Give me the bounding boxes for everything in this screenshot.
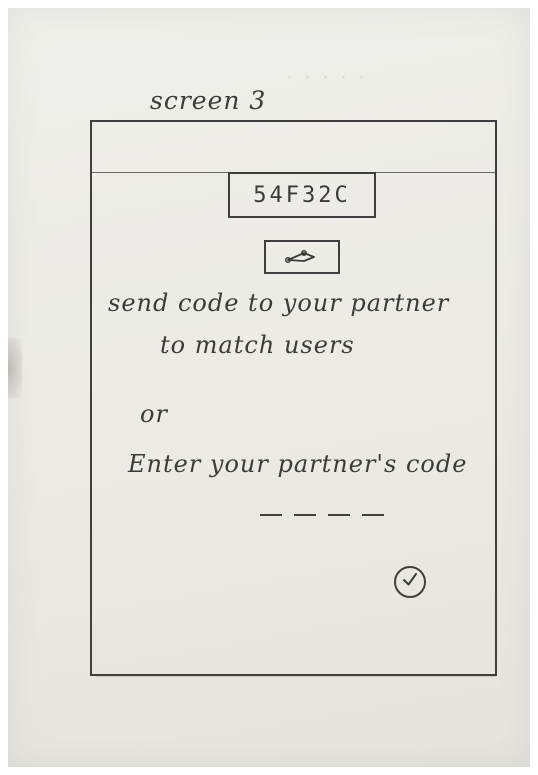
instruction-line-1: send code to your partner	[108, 289, 450, 317]
paper-rule-line	[96, 676, 496, 677]
share-icon	[282, 245, 322, 270]
confirm-button[interactable]	[394, 566, 426, 598]
instruction-line-2: to match users	[160, 331, 355, 359]
paper-shadow	[8, 338, 22, 398]
partner-code-display: 54F32C	[228, 172, 376, 218]
code-slot	[294, 514, 316, 516]
code-slot	[328, 514, 350, 516]
send-code-instruction: send code to your partner to match users	[108, 282, 508, 366]
paper-sheet: · · · · · screen 3 54F32C send code to y…	[8, 8, 530, 767]
screen-label: screen 3	[150, 86, 267, 115]
phone-frame: 54F32C send code to your partner to matc…	[90, 120, 497, 676]
enter-partner-code-label: Enter your partner's code	[128, 450, 468, 478]
partner-code-input[interactable]	[260, 502, 390, 528]
bleed-through-text: · · · · ·	[286, 66, 367, 91]
checkmark-icon	[401, 571, 419, 593]
or-separator: or	[140, 400, 168, 428]
code-slot	[260, 514, 282, 516]
code-slot	[362, 514, 384, 516]
share-code-button[interactable]	[264, 240, 340, 274]
